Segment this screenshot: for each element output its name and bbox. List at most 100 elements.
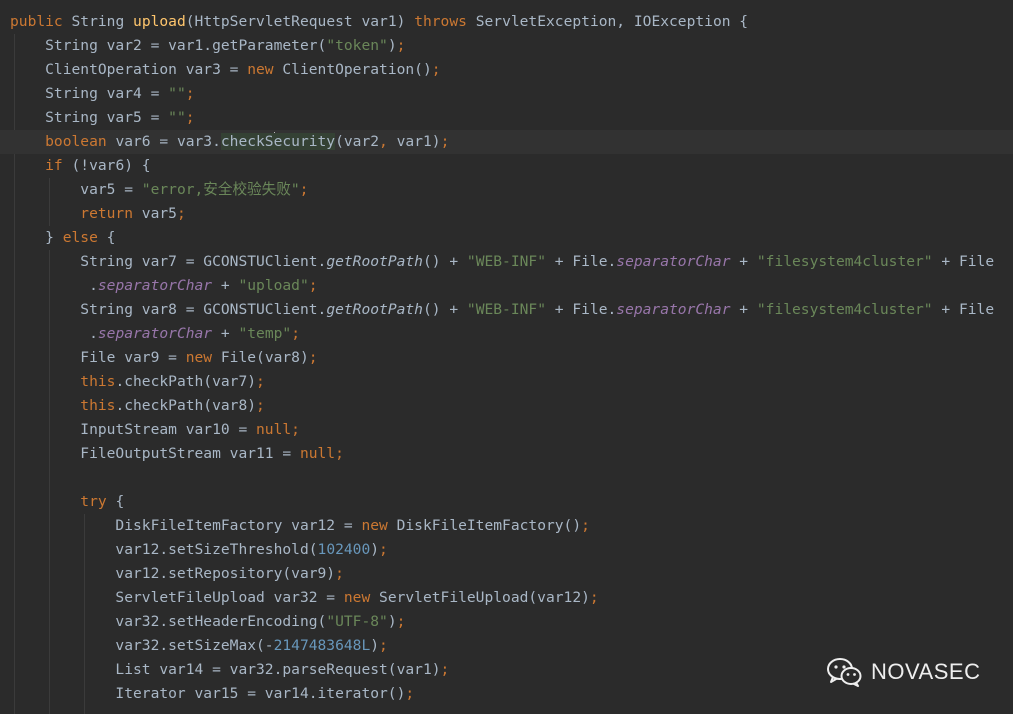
code-token: ; [431, 61, 441, 78]
code-token: new [361, 517, 397, 534]
code-token: try [10, 493, 116, 510]
code-token: ClientOperation() [282, 61, 432, 78]
code-token: "temp" [238, 325, 292, 342]
code-token: ; [379, 637, 388, 654]
code-line[interactable]: FileOutputStream var11 = null; [10, 442, 344, 466]
code-token: upload [133, 13, 186, 30]
current-code-line[interactable]: boolean var6 = var3.checkSecurity(var2, … [0, 130, 1013, 154]
code-token: ) [370, 637, 380, 654]
code-token: ; [440, 133, 450, 150]
code-line[interactable]: InputStream var10 = null; [10, 418, 300, 442]
code-token: (var2 [335, 133, 380, 150]
code-token: (HttpServletRequest var1) [185, 13, 415, 30]
code-token: ) [387, 613, 397, 630]
code-token: } [10, 229, 63, 246]
code-token: + File. [545, 253, 617, 270]
code-token: . [10, 277, 98, 294]
code-token: ; [440, 661, 450, 678]
code-token: return [10, 205, 142, 222]
code-token: var1) [396, 133, 441, 150]
code-line[interactable]: ClientOperation var3 = new ClientOperati… [10, 58, 441, 82]
code-line[interactable]: List var14 = var32.parseRequest(var1); [10, 658, 449, 682]
code-token: + [212, 277, 239, 294]
code-token: ; [405, 685, 415, 702]
code-token: var5 [141, 205, 177, 222]
code-token: "" [168, 85, 186, 102]
code-token: checkS [220, 133, 274, 150]
code-token: () + [422, 253, 467, 270]
code-line[interactable]: return var5; [10, 202, 186, 226]
code-token: ; [379, 541, 388, 558]
code-token: . [10, 325, 98, 342]
code-line[interactable]: try { [10, 490, 124, 514]
code-token: ) [387, 37, 397, 54]
code-token: separatorChar [616, 301, 731, 318]
code-line[interactable]: String var2 = var1.getParameter("token")… [10, 34, 405, 58]
code-token: String [71, 13, 134, 30]
code-token: + [730, 253, 757, 270]
code-token: var32.setHeaderEncoding( [10, 613, 327, 630]
code-line[interactable]: DiskFileItemFactory var12 = new DiskFile… [10, 514, 590, 538]
code-token: Iterator var15 = var14.iterator() [10, 685, 406, 702]
code-token: ; [581, 517, 590, 534]
code-token: "" [168, 109, 186, 126]
code-token: separatorChar [97, 277, 213, 294]
code-token: DiskFileItemFactory() [396, 517, 582, 534]
code-token: 2147483648L [273, 637, 371, 654]
code-token: + File. [545, 301, 617, 318]
code-line[interactable]: Iterator var15 = var14.iterator(); [10, 682, 414, 706]
code-token: ; [176, 205, 186, 222]
code-line[interactable]: var32.setSizeMax(-2147483648L); [10, 634, 388, 658]
code-token: ; [256, 397, 265, 414]
code-token: ClientOperation var3 = [10, 61, 248, 78]
code-line[interactable]: File var9 = new File(var8); [10, 346, 317, 370]
code-token: "token" [326, 37, 388, 54]
code-token: ; [185, 85, 195, 102]
code-token: 102400 [317, 541, 371, 558]
code-token: "UTF-8" [326, 613, 388, 630]
code-token: ; [396, 613, 406, 630]
code-token: ServletFileUpload(var12) [379, 589, 590, 606]
code-token: ServletFileUpload var32 = [10, 589, 344, 606]
code-token: var12.setRepository(var9) [10, 565, 336, 582]
code-token: ; [396, 37, 406, 54]
code-token: if [10, 157, 72, 174]
code-token: new [343, 589, 380, 606]
code-line[interactable]: ServletFileUpload var32 = new ServletFil… [10, 586, 599, 610]
code-token: ) [370, 541, 380, 558]
code-line[interactable]: if (!var6) { [10, 154, 150, 178]
code-line[interactable]: var32.setHeaderEncoding("UTF-8"); [10, 610, 405, 634]
code-line[interactable]: var12.setRepository(var9); [10, 562, 343, 586]
code-token: null; [256, 421, 300, 438]
code-token: List var14 = var32.parseRequest(var1) [10, 661, 441, 678]
code-line[interactable]: String var8 = GCONSTUClient.getRootPath(… [10, 298, 994, 322]
code-token: InputStream var10 = [10, 421, 257, 438]
code-token: separatorChar [616, 253, 731, 270]
code-token: String var5 = [10, 109, 169, 126]
code-token: + File [932, 301, 995, 318]
code-token: boolean [10, 133, 116, 150]
code-token: ServletException, IOException { [475, 13, 749, 30]
code-line[interactable]: String var4 = ""; [10, 82, 195, 106]
code-line[interactable]: this.checkPath(var7); [10, 370, 265, 394]
code-token: "WEB-INF" [466, 253, 546, 270]
code-line[interactable]: public String upload(HttpServletRequest … [10, 10, 748, 34]
code-token: var32.setSizeMax(- [10, 637, 274, 654]
watermark-text: NOVASEC [871, 659, 981, 684]
code-token: null; [299, 445, 344, 462]
code-editor[interactable]: public String upload(HttpServletRequest … [0, 0, 1013, 714]
code-line[interactable]: .separatorChar + "temp"; [10, 322, 300, 346]
code-token: ; [589, 589, 599, 606]
code-token: ; [256, 373, 265, 390]
code-line[interactable]: .separatorChar + "upload"; [10, 274, 318, 298]
code-line[interactable]: String var7 = GCONSTUClient.getRootPath(… [10, 250, 994, 274]
code-line[interactable]: } else { [10, 226, 115, 250]
code-token: new [185, 349, 221, 366]
code-line[interactable]: var12.setSizeThreshold(102400); [10, 538, 388, 562]
code-token: FileOutputStream var11 = [10, 445, 300, 462]
code-token: + [730, 301, 757, 318]
code-token: throws [414, 13, 476, 30]
code-line[interactable]: this.checkPath(var8); [10, 394, 265, 418]
code-line[interactable]: var5 = "error,安全校验失败"; [10, 178, 308, 202]
code-line[interactable]: String var5 = ""; [10, 106, 194, 130]
